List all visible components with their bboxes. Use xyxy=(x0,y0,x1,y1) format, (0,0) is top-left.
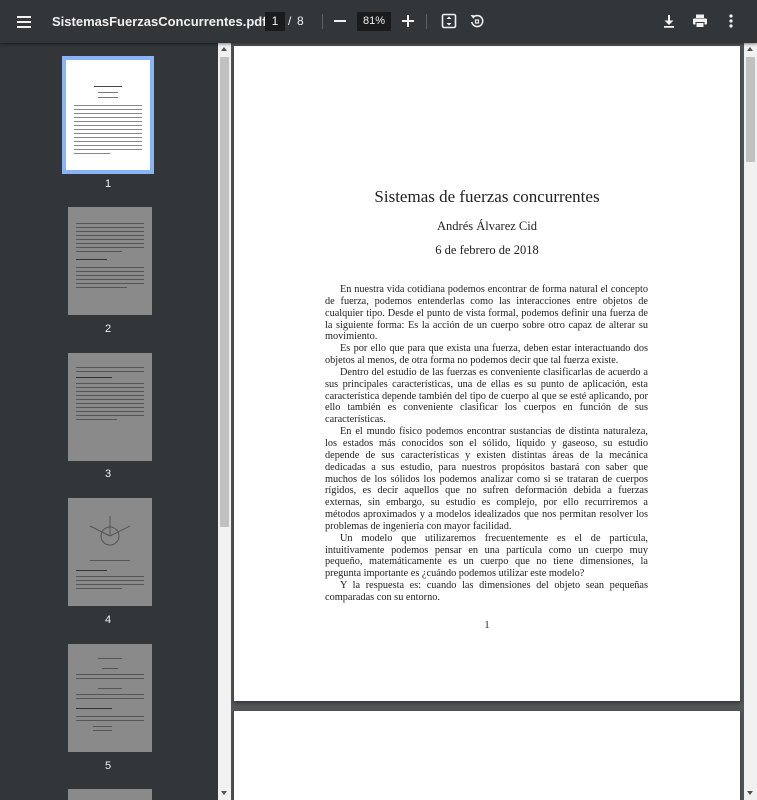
toolbar-divider xyxy=(322,14,323,29)
more-vertical-icon xyxy=(729,14,733,28)
body-paragraph: Es por ello que para que exista una fuer… xyxy=(325,343,648,367)
document-scrollbar-thumb[interactable] xyxy=(746,57,755,162)
printer-icon xyxy=(693,14,707,28)
document-scrollbar[interactable] xyxy=(744,43,757,800)
zoom-out-button[interactable] xyxy=(330,11,350,31)
pdf-toolbar: SistemasFuerzasConcurrentes.pdf 1 / 8 81… xyxy=(0,0,757,43)
thumbnail-label: 5 xyxy=(104,760,112,772)
page-number-input[interactable]: 1 xyxy=(265,12,285,31)
page-thumbnail-2[interactable] xyxy=(68,207,152,315)
more-actions-button[interactable] xyxy=(721,11,741,31)
total-pages: 8 xyxy=(297,14,304,28)
zoom-input[interactable]: 81% xyxy=(357,12,391,31)
download-icon xyxy=(664,15,674,28)
thumbnail-sidebar: 1 2 3 4 5 xyxy=(0,43,218,800)
download-button[interactable] xyxy=(659,11,679,31)
page-thumbnail-3[interactable] xyxy=(68,353,152,461)
sidebar-scrollbar-thumb[interactable] xyxy=(220,57,229,527)
sidebar-scrollbar[interactable] xyxy=(218,43,231,800)
document-author: Andrés Álvarez Cid xyxy=(437,219,537,233)
menu-icon[interactable] xyxy=(15,13,35,31)
diagram-thumbnail-icon xyxy=(89,516,131,546)
rotate-button[interactable] xyxy=(467,11,487,31)
body-paragraph: Un modelo que utilizaremos frecuentement… xyxy=(325,532,648,580)
page-thumbnail-1[interactable] xyxy=(62,56,154,174)
document-title: Sistemas de fuerzas concurrentes xyxy=(374,187,600,206)
document-body: En nuestra vida cotidiana podemos encont… xyxy=(325,284,648,604)
plus-icon xyxy=(402,15,414,27)
body-paragraph: En nuestra vida cotidiana podemos encont… xyxy=(325,284,648,343)
zoom-in-button[interactable] xyxy=(398,11,418,31)
scroll-up-icon[interactable] xyxy=(221,47,227,51)
page-separator: / xyxy=(288,14,292,28)
minus-icon xyxy=(334,20,346,22)
thumbnail-label: 3 xyxy=(104,468,112,480)
page-thumbnail-6[interactable] xyxy=(68,789,152,800)
body-paragraph: En el mundo físico podemos encontrar sus… xyxy=(325,426,648,532)
page-thumbnail-5[interactable] xyxy=(68,644,152,752)
thumbnail-label: 1 xyxy=(104,178,112,190)
rotate-icon xyxy=(470,14,484,28)
document-viewer[interactable]: Sistemas de fuerzas concurrentes Andrés … xyxy=(231,43,744,800)
page-footer-number: 1 xyxy=(484,620,490,631)
thumbnail-label: 2 xyxy=(104,323,112,335)
thumbnail-label: 4 xyxy=(104,614,112,626)
scroll-down-icon[interactable] xyxy=(747,791,753,795)
pdf-page-2 xyxy=(234,711,740,800)
fit-page-icon xyxy=(441,13,457,29)
scroll-up-icon[interactable] xyxy=(747,47,753,51)
pdf-page-1: Sistemas de fuerzas concurrentes Andrés … xyxy=(234,46,740,701)
document-filename: SistemasFuerzasConcurrentes.pdf xyxy=(52,14,267,29)
fit-to-page-button[interactable] xyxy=(439,11,459,31)
body-paragraph: Dentro del estudio de las fuerzas es con… xyxy=(325,366,648,426)
scroll-down-icon[interactable] xyxy=(221,791,227,795)
print-button[interactable] xyxy=(690,11,710,31)
page-thumbnail-4[interactable] xyxy=(68,498,152,606)
toolbar-divider xyxy=(426,14,427,29)
body-paragraph: Y la respuesta es: cuando las dimensione… xyxy=(325,580,648,603)
document-date: 6 de febrero de 2018 xyxy=(435,243,539,257)
